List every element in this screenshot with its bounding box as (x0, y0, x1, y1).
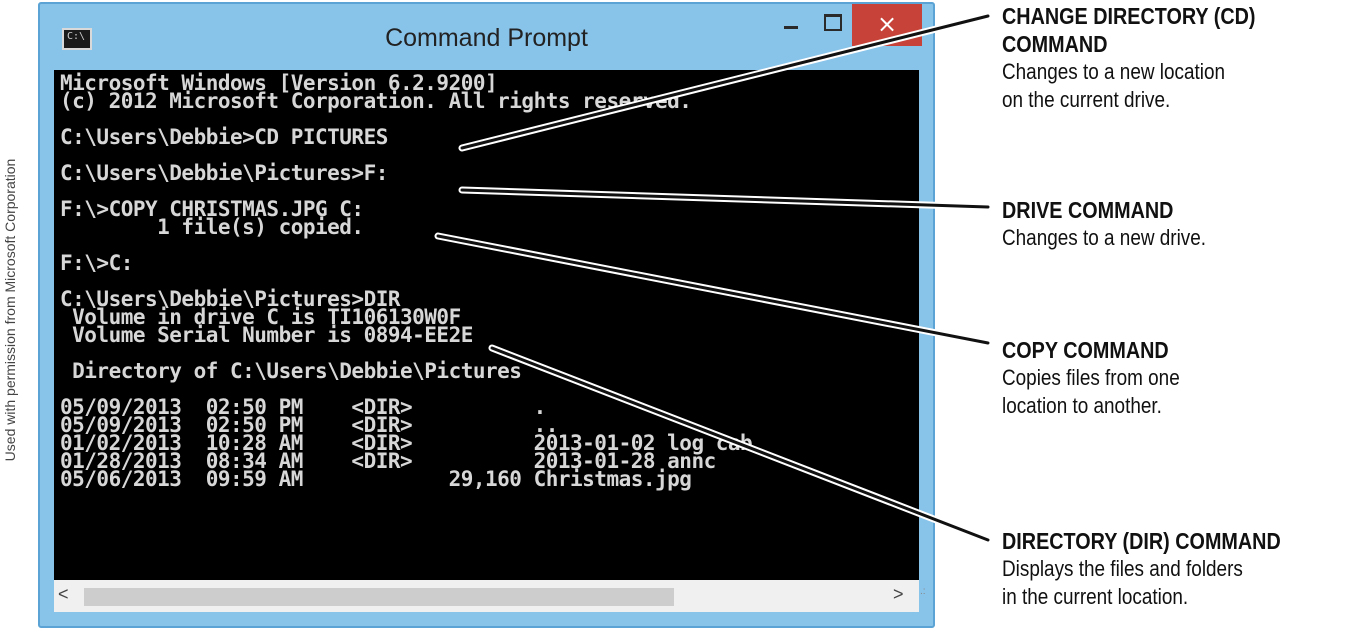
horizontal-scrollbar[interactable]: < > (54, 580, 919, 612)
console-line: 1 file(s) copied. (60, 215, 364, 239)
command-prompt-window: C:\ Command Prompt × Microsoft Windows [… (38, 2, 935, 628)
console-line: Volume Serial Number is 0894-EE2E (60, 323, 473, 347)
minimize-icon (784, 26, 798, 29)
console-line: 05/06/2013 09:59 AM 29,160 Christmas.jpg (60, 467, 692, 491)
console-text: Microsoft Windows [Version 6.2.9200] (c)… (54, 70, 919, 491)
callout-description: Changes to a new drive. (1002, 225, 1207, 250)
permission-credit: Used with permission from Microsoft Corp… (2, 158, 18, 462)
callout-description: Displays the files and folders (1002, 556, 1243, 581)
minimize-button[interactable] (774, 4, 810, 40)
console-line: C:\Users\Debbie>CD PICTURES (60, 125, 388, 149)
callout-drive-command: DRIVE COMMAND Changes to a new drive. (1002, 196, 1352, 252)
callout-dir-command: DIRECTORY (DIR) COMMAND Displays the fil… (1002, 527, 1352, 611)
callout-description: in the current location. (1002, 584, 1189, 609)
console-output[interactable]: Microsoft Windows [Version 6.2.9200] (c)… (54, 70, 919, 580)
console-line: (c) 2012 Microsoft Corporation. All righ… (60, 89, 692, 113)
title-bar[interactable]: C:\ Command Prompt × (40, 4, 933, 74)
callout-heading: COPY COMMAND (1002, 337, 1169, 363)
console-line: C:\Users\Debbie\Pictures>F: (60, 161, 388, 185)
callout-heading: DIRECTORY (DIR) COMMAND (1002, 528, 1281, 554)
callout-description: on the current drive. (1002, 87, 1171, 112)
console-line: Directory of C:\Users\Debbie\Pictures (60, 359, 522, 383)
callout-cd-command: CHANGE DIRECTORY (CD) COMMAND Changes to… (1002, 2, 1352, 114)
callout-copy-command: COPY COMMAND Copies files from one locat… (1002, 336, 1352, 420)
console-line: F:\>C: (60, 251, 133, 275)
maximize-icon (824, 14, 842, 31)
scroll-left-icon[interactable]: < (58, 584, 78, 606)
maximize-button[interactable] (814, 4, 850, 40)
scroll-right-icon[interactable]: > (893, 584, 913, 606)
callout-description: Copies files from one (1002, 365, 1180, 390)
horizontal-scroll-thumb[interactable] (84, 588, 674, 606)
resize-grip-icon[interactable]: .: (920, 586, 934, 608)
callout-heading: CHANGE DIRECTORY (CD) (1002, 3, 1256, 29)
close-icon: × (876, 10, 898, 38)
callout-description: location to another. (1002, 393, 1162, 418)
callout-description: Changes to a new location (1002, 59, 1225, 84)
callout-heading: DRIVE COMMAND (1002, 197, 1174, 223)
callout-heading: COMMAND (1002, 31, 1108, 57)
close-button[interactable]: × (852, 4, 922, 46)
